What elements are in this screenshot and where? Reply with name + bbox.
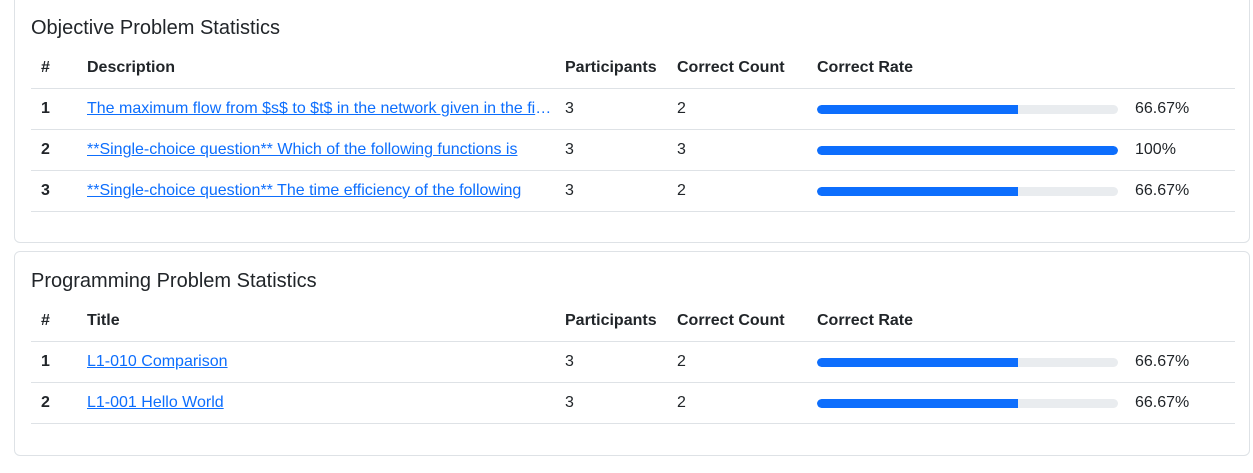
row-participants: 3 (555, 170, 667, 212)
header-correct-count: Correct Count (667, 301, 807, 342)
programming-stats-title: Programming Problem Statistics (31, 270, 317, 292)
header-participants: Participants (555, 301, 667, 342)
problem-link[interactable]: **Single-choice question** The time effi… (87, 182, 555, 200)
table-row: 1 L1-010 Comparison 3 2 66.67% (31, 341, 1235, 383)
header-participants: Participants (555, 48, 667, 89)
row-correct-count: 2 (667, 341, 807, 383)
objective-stats-card: Objective Problem Statistics # Descripti… (14, 0, 1250, 243)
correct-rate-progress (817, 357, 1118, 367)
table-header-row: # Description Participants Correct Count… (31, 48, 1235, 89)
correct-rate-progress (817, 186, 1118, 196)
row-title-cell: L1-001 Hello World (77, 382, 555, 424)
header-num: # (31, 48, 77, 89)
table-row: 1 The maximum flow from $s$ to $t$ in th… (31, 88, 1235, 130)
row-rate-label: 66.67% (1121, 170, 1235, 212)
correct-rate-progress-fill (817, 104, 1018, 114)
correct-rate-progress (817, 398, 1118, 408)
row-correct-count: 2 (667, 88, 807, 130)
correct-rate-progress-fill (817, 357, 1018, 367)
row-rate-cell (807, 341, 1121, 383)
table-row: 2 **Single-choice question** Which of th… (31, 129, 1235, 171)
header-rate-percent (1121, 48, 1235, 89)
objective-stats-table: # Description Participants Correct Count… (31, 48, 1235, 212)
correct-rate-progress (817, 145, 1118, 155)
row-description-cell: **Single-choice question** The time effi… (77, 170, 555, 212)
row-correct-count: 3 (667, 129, 807, 171)
row-description-cell: The maximum flow from $s$ to $t$ in the … (77, 88, 555, 130)
row-participants: 3 (555, 88, 667, 130)
header-correct-rate: Correct Rate (807, 48, 1121, 89)
problem-link[interactable]: **Single-choice question** Which of the … (87, 141, 555, 159)
row-num: 1 (31, 88, 77, 130)
table-row: 3 **Single-choice question** The time ef… (31, 170, 1235, 212)
row-correct-count: 2 (667, 382, 807, 424)
row-num: 1 (31, 341, 77, 383)
row-num: 2 (31, 382, 77, 424)
programming-stats-table: # Title Participants Correct Count Corre… (31, 301, 1235, 424)
row-num: 2 (31, 129, 77, 171)
objective-stats-title: Objective Problem Statistics (31, 17, 280, 39)
problem-link[interactable]: The maximum flow from $s$ to $t$ in the … (87, 100, 555, 118)
header-correct-count: Correct Count (667, 48, 807, 89)
row-rate-cell (807, 129, 1121, 171)
table-row: 2 L1-001 Hello World 3 2 66.67% (31, 382, 1235, 424)
row-rate-label: 66.67% (1121, 88, 1235, 130)
row-rate-cell (807, 382, 1121, 424)
page: Objective Problem Statistics # Descripti… (0, 0, 1253, 473)
problem-link[interactable]: L1-001 Hello World (87, 394, 555, 412)
header-num: # (31, 301, 77, 342)
correct-rate-progress-fill (817, 145, 1118, 155)
row-correct-count: 2 (667, 170, 807, 212)
header-rate-percent (1121, 301, 1235, 342)
row-description-cell: **Single-choice question** Which of the … (77, 129, 555, 171)
row-rate-cell (807, 88, 1121, 130)
row-participants: 3 (555, 382, 667, 424)
row-participants: 3 (555, 129, 667, 171)
correct-rate-progress (817, 104, 1118, 114)
table-header-row: # Title Participants Correct Count Corre… (31, 301, 1235, 342)
row-rate-label: 66.67% (1121, 341, 1235, 383)
header-title: Title (77, 301, 555, 342)
row-title-cell: L1-010 Comparison (77, 341, 555, 383)
problem-link[interactable]: L1-010 Comparison (87, 353, 555, 371)
row-rate-label: 100% (1121, 129, 1235, 171)
correct-rate-progress-fill (817, 398, 1018, 408)
row-rate-label: 66.67% (1121, 382, 1235, 424)
row-participants: 3 (555, 341, 667, 383)
header-correct-rate: Correct Rate (807, 301, 1121, 342)
row-rate-cell (807, 170, 1121, 212)
row-num: 3 (31, 170, 77, 212)
header-description: Description (77, 48, 555, 89)
programming-stats-card: Programming Problem Statistics # Title P… (14, 251, 1250, 456)
correct-rate-progress-fill (817, 186, 1018, 196)
